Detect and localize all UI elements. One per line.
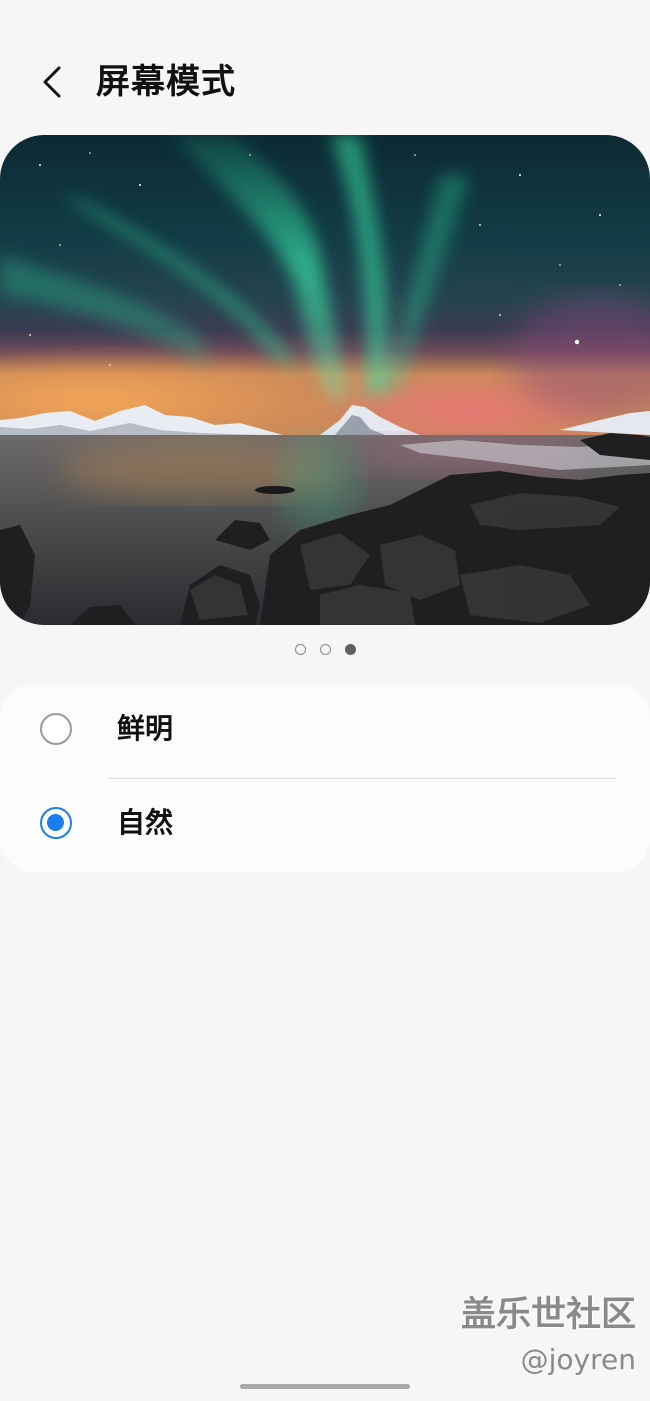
chevron-left-icon	[43, 66, 61, 98]
watermark: 盖乐世社区 @joyren	[461, 1294, 636, 1378]
watermark-author: @joyren	[520, 1343, 636, 1376]
option-label-natural: 自然	[117, 806, 174, 839]
option-vivid[interactable]: 鲜明	[0, 684, 650, 778]
page-dot-1[interactable]	[294, 644, 306, 655]
option-natural[interactable]: 自然	[0, 778, 650, 872]
screen-mode-options: 鲜明 自然	[0, 684, 650, 872]
page-title: 屏幕模式	[96, 62, 236, 102]
option-label-vivid: 鲜明	[117, 712, 174, 745]
preview-image-aurora[interactable]	[0, 135, 650, 625]
page-dot-3-active[interactable]	[344, 644, 356, 655]
header: 屏幕模式	[0, 0, 650, 135]
page-indicator	[0, 644, 650, 658]
radio-checked-icon[interactable]	[40, 807, 72, 839]
back-button[interactable]	[30, 60, 74, 104]
home-indicator[interactable]	[240, 1384, 410, 1389]
radio-unchecked-icon[interactable]	[40, 713, 72, 745]
page-dot-2[interactable]	[319, 644, 331, 655]
watermark-community: 盖乐世社区	[460, 1295, 636, 1335]
